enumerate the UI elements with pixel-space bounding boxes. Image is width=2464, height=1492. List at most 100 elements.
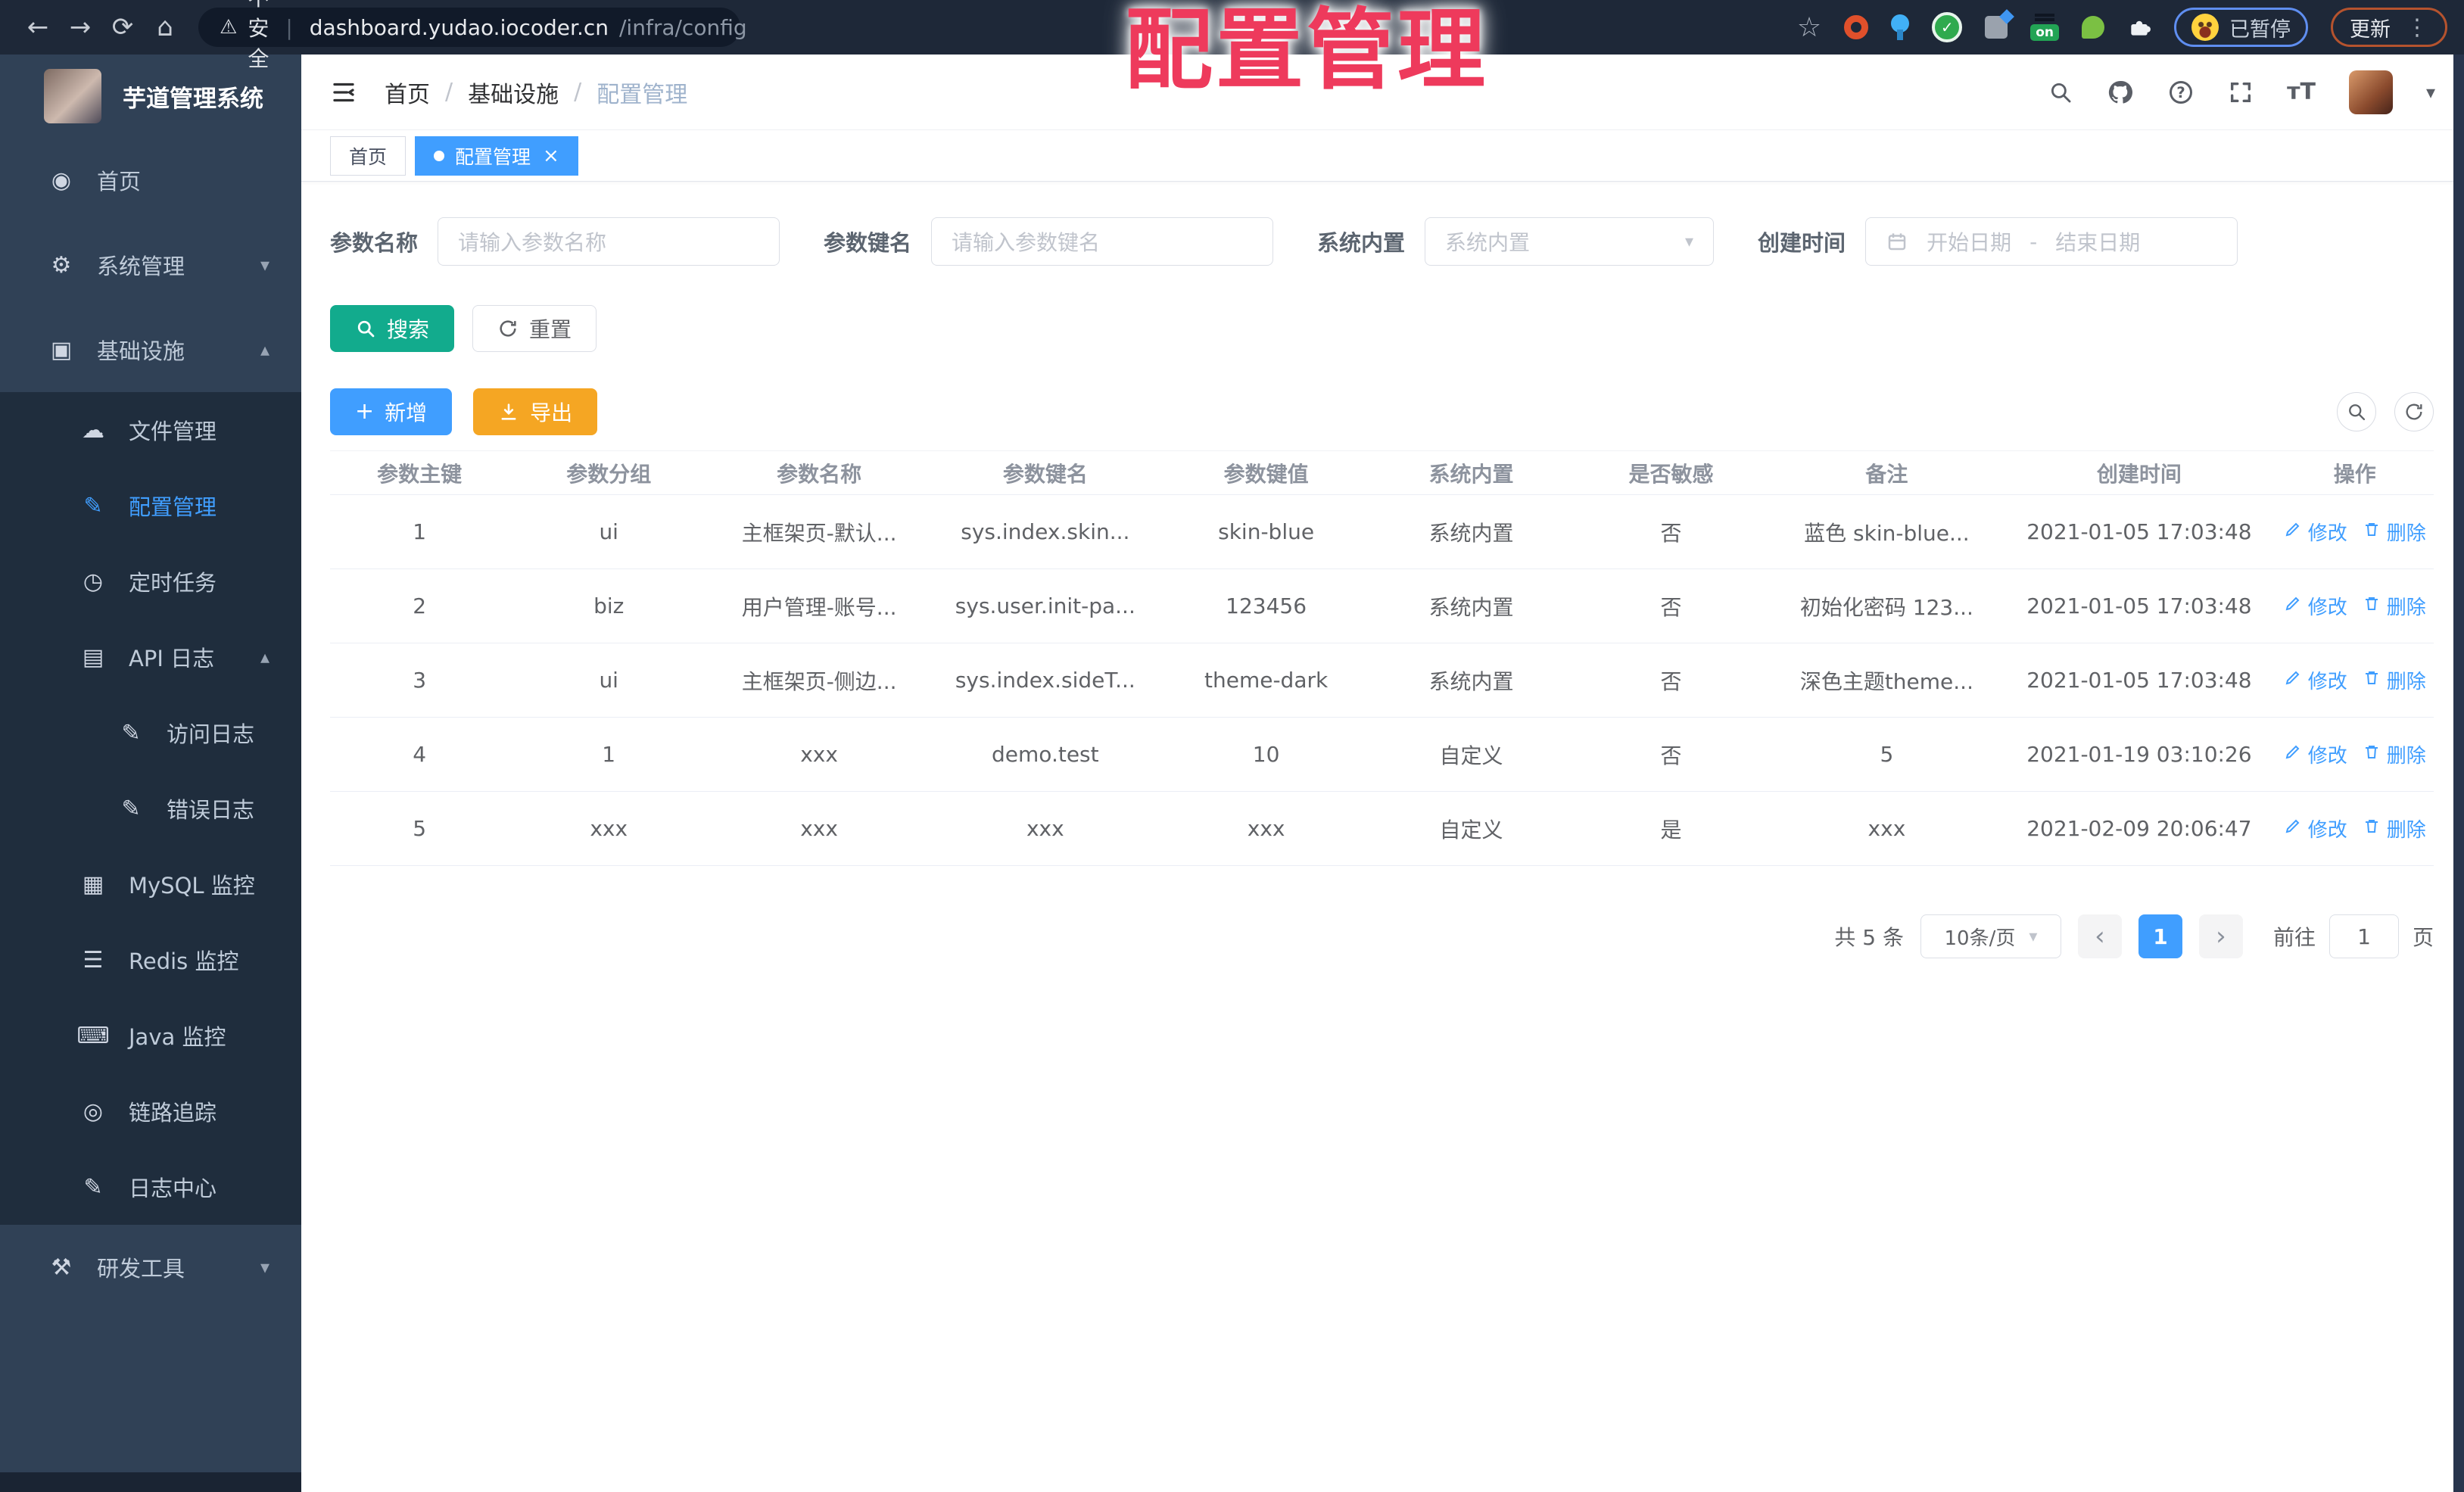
table-cell: 主框架页-侧边...	[709, 643, 930, 718]
table-body: 1 ui 主框架页-默认... sys.index.skin... skin-blue 系…	[330, 494, 2434, 866]
delete-link[interactable]: 删除	[2363, 518, 2426, 546]
browser-menu-icon[interactable]: ⋮	[2406, 14, 2428, 41]
sidebar-item-api-log[interactable]: ▤ API 日志 ▴	[0, 619, 301, 695]
row-actions: 修改 删除	[2276, 494, 2434, 569]
reset-button[interactable]: 重置	[472, 305, 597, 352]
chevron-icon: ▾	[260, 254, 269, 276]
breadcrumb: 首页 / 基础设施 / 配置管理	[385, 76, 687, 109]
edit-link[interactable]: 修改	[2284, 666, 2347, 694]
sidebar-item-java-monitor[interactable]: ⌨ Java 监控	[0, 998, 301, 1073]
insecure-warning-icon[interactable]: ⚠	[220, 16, 237, 39]
export-button[interactable]: 导出	[473, 388, 598, 435]
param-name-input[interactable]: 请输入参数名称	[438, 217, 780, 266]
table-cell: 系统内置	[1371, 568, 1572, 643]
sidebar-item-config-manage[interactable]: ✎ 配置管理	[0, 468, 301, 544]
sidebar-item-home[interactable]: ◉ 首页	[0, 138, 301, 223]
table-row: 3 ui 主框架页-侧边... sys.index.sideT... theme-dar…	[330, 643, 2434, 718]
sidebar-item-trace[interactable]: ◎ 链路追踪	[0, 1073, 301, 1149]
delete-link[interactable]: 删除	[2363, 740, 2426, 768]
address-bar[interactable]: ⚠ 不安全 | dashboard.yudao.iocoder.cn/infra…	[198, 0, 747, 71]
search-icon[interactable]	[2048, 79, 2073, 105]
back-icon[interactable]: ←	[17, 12, 59, 42]
sidebar-bottom-strip	[0, 1472, 301, 1492]
forward-icon[interactable]: →	[59, 12, 101, 42]
param-key-input[interactable]: 请输入参数键名	[931, 217, 1274, 266]
edit-link[interactable]: 修改	[2284, 592, 2347, 620]
home-icon[interactable]: ⌂	[144, 12, 186, 42]
table-row: 1 ui 主框架页-默认... sys.index.skin... skin-blue 系…	[330, 494, 2434, 569]
extension-on-icon[interactable]: on	[2030, 14, 2059, 41]
extensions-puzzle-icon[interactable]	[2127, 15, 2151, 39]
log-center-icon: ✎	[83, 1173, 103, 1201]
search-button[interactable]: 搜索	[330, 305, 455, 352]
table-row: 4 1 xxx demo.test 10 自定义否 5 2021-01-19 03:10:26…	[330, 717, 2434, 792]
trash-icon	[2363, 668, 2381, 692]
sidebar-item-infra[interactable]: ▣ 基础设施 ▴	[0, 307, 301, 392]
sidebar-fold-icon[interactable]	[330, 79, 357, 106]
tab-home[interactable]: 首页	[330, 135, 407, 176]
goto-page-input[interactable]: 1	[2328, 914, 2399, 958]
table-cell: 自定义	[1371, 717, 1572, 792]
sidebar-item-label: 访问日志	[167, 721, 255, 747]
edit-link[interactable]: 修改	[2284, 740, 2347, 768]
fullscreen-icon[interactable]	[2228, 79, 2254, 105]
topbar-actions: ? тT ▾	[2048, 70, 2435, 114]
bookmark-star-icon[interactable]: ☆	[1797, 12, 1821, 43]
breadcrumb-current: 配置管理	[597, 81, 688, 108]
breadcrumb-home[interactable]: 首页	[385, 76, 430, 109]
user-menu-caret-icon[interactable]: ▾	[2426, 82, 2435, 103]
sidebar-item-dev-tools[interactable]: ⚒ 研发工具 ▾	[0, 1225, 301, 1310]
help-icon[interactable]: ?	[2167, 79, 2195, 106]
edit-link[interactable]: 修改	[2284, 815, 2347, 843]
builtin-select[interactable]: 系统内置 ▾	[1425, 217, 1715, 266]
page-size-select[interactable]: 10条/页 ▾	[1920, 914, 2061, 958]
add-button[interactable]: + 新增	[330, 388, 453, 435]
reload-icon[interactable]: ⟳	[101, 12, 144, 42]
sidebar-item-access-log[interactable]: ✎ 访问日志	[0, 695, 301, 771]
paused-badge[interactable]: 已暂停	[2174, 8, 2308, 47]
table-toolbar: + 新增 导出	[330, 388, 2434, 435]
trash-icon	[2363, 520, 2381, 544]
sidebar-item-system[interactable]: ⚙ 系统管理 ▾	[0, 223, 301, 307]
edit-link[interactable]: 修改	[2284, 518, 2347, 546]
hide-search-button[interactable]	[2337, 392, 2376, 431]
github-icon[interactable]	[2107, 79, 2134, 106]
prev-page-button[interactable]: ‹	[2077, 914, 2122, 958]
content: 参数名称 请输入参数名称 参数键名 请输入参数键名 系统内置 系统内置 ▾ 创建…	[301, 182, 2464, 1492]
sidebar-item-file-manage[interactable]: ☁ 文件管理	[0, 392, 301, 468]
tab-config[interactable]: 配置管理 ×	[415, 135, 578, 176]
extension-pin-icon[interactable]	[1891, 14, 1910, 40]
column-header: 是否敏感	[1571, 450, 1771, 495]
table-cell: 10	[1160, 717, 1372, 792]
current-page-button[interactable]: 1	[2138, 914, 2182, 958]
sidebar-item-label: 定时任务	[129, 570, 217, 596]
extension-cube-icon[interactable]	[1985, 16, 2008, 39]
delete-link[interactable]: 删除	[2363, 666, 2426, 694]
refresh-button[interactable]	[2394, 392, 2434, 431]
font-size-icon[interactable]: тT	[2287, 79, 2316, 105]
sidebar-item-error-log[interactable]: ✎ 错误日志	[0, 771, 301, 846]
sidebar-item-scheduled-jobs[interactable]: ◷ 定时任务	[0, 544, 301, 619]
extension-orange-icon[interactable]	[1844, 15, 1869, 39]
user-avatar[interactable]	[2348, 70, 2393, 114]
delete-link[interactable]: 删除	[2363, 815, 2426, 843]
date-range-picker[interactable]: 开始日期 - 结束日期	[1865, 217, 2238, 266]
redis-icon: ☰	[83, 946, 104, 973]
row-actions: 修改 删除	[2276, 568, 2434, 643]
breadcrumb-infra[interactable]: 基础设施	[468, 76, 559, 109]
goto-label: 前往	[2272, 925, 2316, 950]
sidebar-item-redis-monitor[interactable]: ☰ Redis 监控	[0, 922, 301, 998]
extension-leaf-icon[interactable]	[2082, 16, 2104, 39]
update-button[interactable]: 更新 ⋮	[2331, 8, 2447, 47]
sidebar-item-label: MySQL 监控	[129, 873, 255, 899]
table-tools	[2337, 392, 2434, 431]
extension-check-icon[interactable]: ✓	[1932, 12, 1963, 42]
sidebar-item-label: 首页	[97, 169, 142, 195]
table-cell: xxx	[1160, 791, 1372, 866]
tabs-bar: 首页 配置管理 ×	[301, 130, 2464, 182]
next-page-button[interactable]: ›	[2198, 914, 2243, 958]
delete-link[interactable]: 删除	[2363, 592, 2426, 620]
tab-close-icon[interactable]: ×	[543, 146, 559, 166]
sidebar-item-mysql-monitor[interactable]: ▦ MySQL 监控	[0, 846, 301, 922]
sidebar-item-log-center[interactable]: ✎ 日志中心	[0, 1149, 301, 1225]
